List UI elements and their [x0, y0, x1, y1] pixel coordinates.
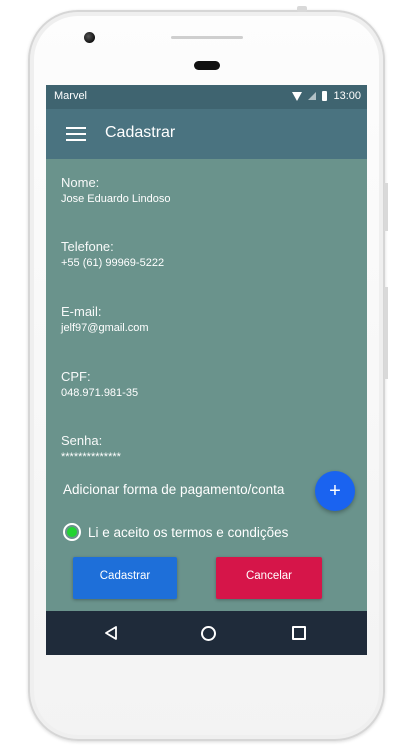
page-title: Cadastrar — [105, 124, 176, 141]
password-field[interactable]: Senha: ************** — [61, 433, 121, 463]
carrier-name: Marvel — [54, 90, 88, 102]
name-label: Nome: — [61, 175, 100, 190]
app-bar: Cadastrar — [46, 109, 367, 159]
menu-icon-line — [66, 127, 86, 129]
add-payment-button[interactable]: + — [315, 471, 355, 511]
radio-checked-dot — [67, 527, 77, 537]
email-label: E-mail: — [61, 304, 102, 319]
speaker-icon — [194, 61, 220, 70]
phone-top-button — [297, 6, 307, 12]
phone-label: Telefone: — [61, 239, 114, 254]
front-camera-icon — [84, 32, 95, 43]
back-icon[interactable] — [104, 626, 118, 640]
terms-label: Li e aceito os termos e condições — [88, 524, 289, 540]
submit-button[interactable]: Cadastrar — [73, 557, 177, 599]
email-value: jelf97@gmail.com — [61, 322, 149, 334]
menu-icon[interactable] — [66, 127, 86, 141]
cpf-field[interactable]: CPF: 048.971.981-35 — [61, 369, 138, 399]
cpf-label: CPF: — [61, 369, 91, 384]
earpiece-slot — [171, 36, 243, 39]
menu-icon-line — [66, 133, 86, 135]
name-field[interactable]: Nome: Jose Eduardo Lindoso — [61, 175, 170, 205]
battery-icon — [322, 91, 328, 101]
payment-label: Adicionar forma de pagamento/conta — [63, 482, 285, 497]
phone-field[interactable]: Telefone: +55 (61) 99969-5222 — [61, 239, 164, 269]
password-value: ************** — [61, 451, 121, 463]
signal-icon — [308, 92, 317, 100]
email-field[interactable]: E-mail: jelf97@gmail.com — [61, 304, 149, 334]
password-label: Senha: — [61, 433, 103, 448]
recent-apps-icon[interactable] — [292, 626, 306, 640]
name-value: Jose Eduardo Lindoso — [61, 193, 171, 205]
status-time: 13:00 — [333, 90, 361, 102]
phone-value: +55 (61) 99969-5222 — [61, 257, 165, 269]
phone-volume-button — [384, 287, 388, 379]
radio-button[interactable] — [63, 523, 81, 541]
status-bar: Marvel 13:00 — [46, 85, 367, 109]
wifi-icon — [292, 91, 303, 101]
home-icon[interactable] — [201, 626, 216, 641]
cpf-value: 048.971.981-35 — [61, 387, 139, 399]
status-icons: 13:00 — [292, 90, 361, 102]
terms-radio-option[interactable]: Li e aceito os termos e condições — [63, 523, 288, 541]
menu-icon-line — [66, 139, 86, 141]
navigation-bar — [46, 611, 367, 655]
cancel-button[interactable]: Cancelar — [216, 557, 322, 599]
phone-power-button — [384, 183, 388, 231]
screen: Marvel 13:00 Cadastrar Nome: Jose Eduard… — [46, 85, 367, 655]
